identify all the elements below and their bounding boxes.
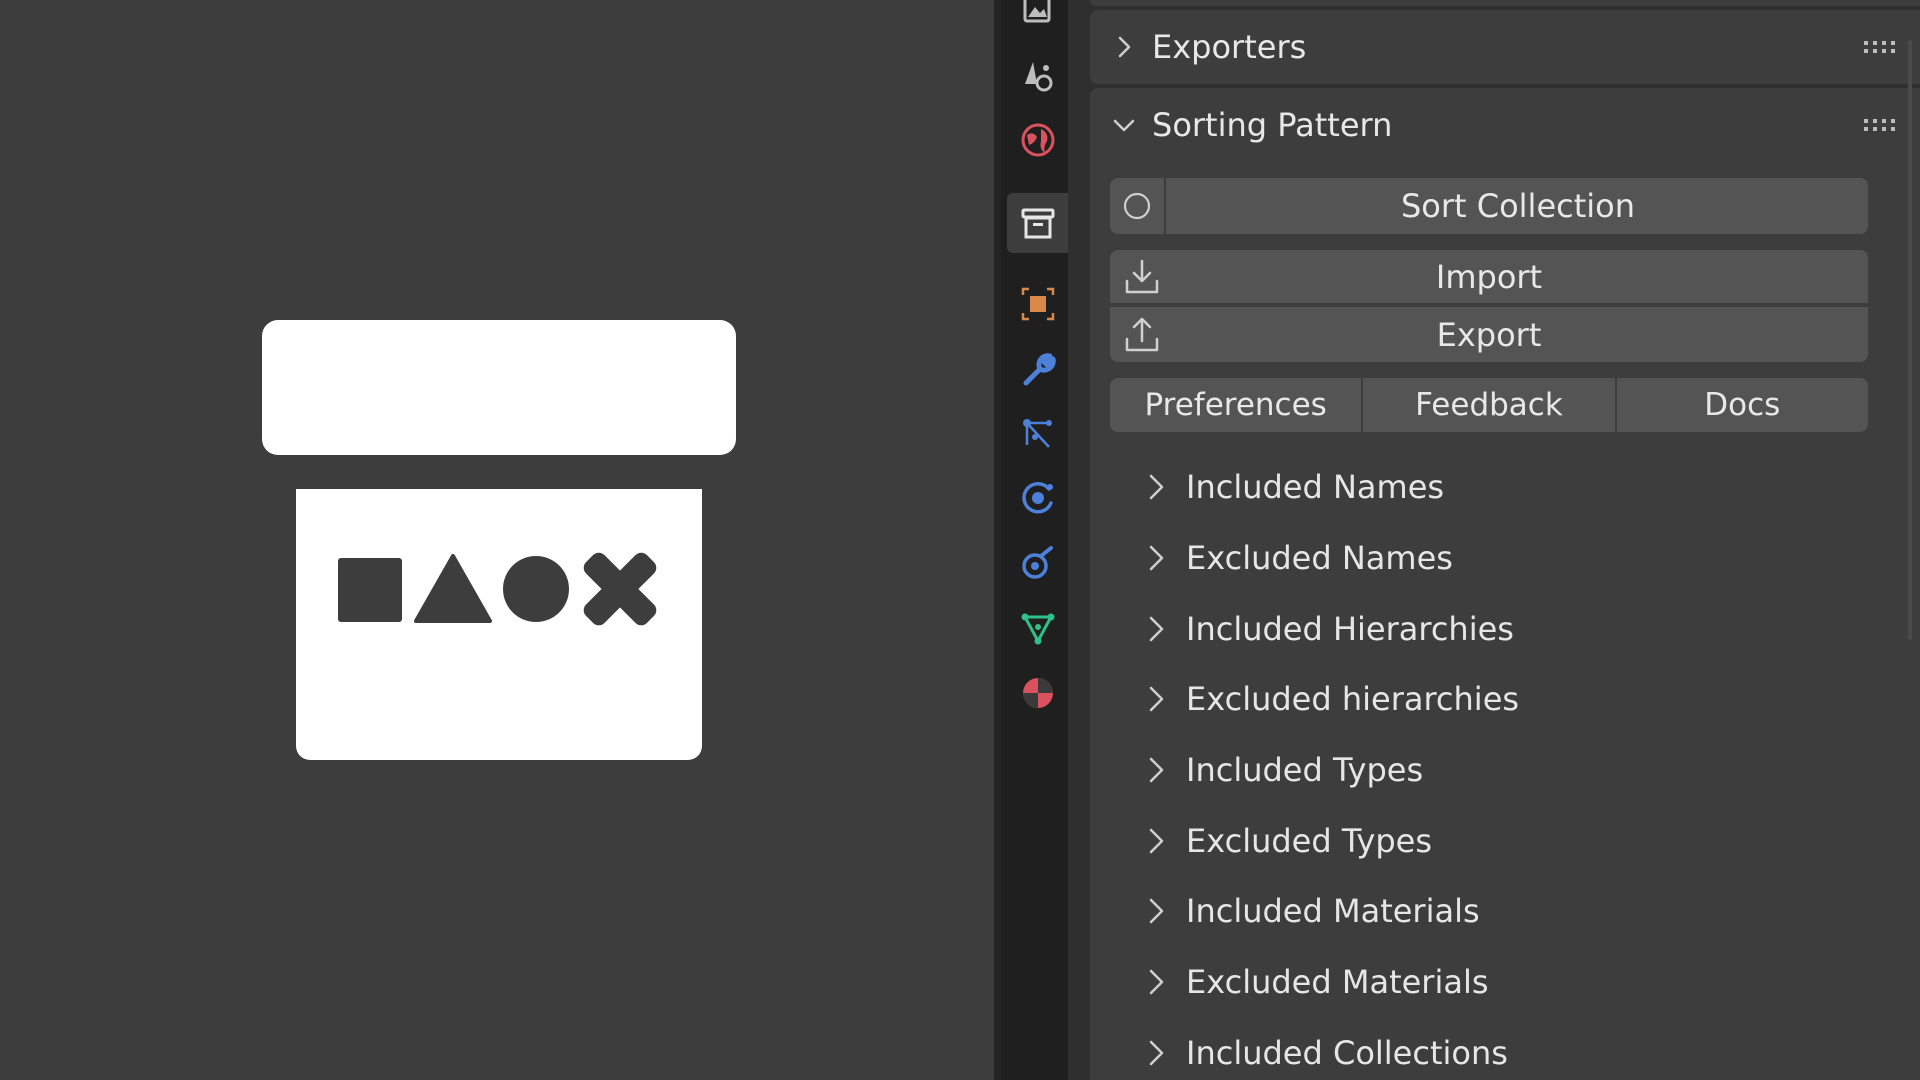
collection-tab[interactable] [1007, 193, 1068, 253]
object-icon [1021, 287, 1054, 321]
cross-icon [583, 552, 657, 626]
chevron-right-icon [1118, 36, 1131, 58]
sorting-pattern-panel: Sorting Pattern Sort Collection Import E… [1090, 88, 1920, 1080]
circle-icon [503, 556, 569, 622]
sorting-pattern-header[interactable]: Sorting Pattern [1090, 88, 1920, 162]
subpanel-label: Included Collections [1186, 1034, 1508, 1072]
links-group: Preferences Feedback Docs [1110, 378, 1868, 432]
square-icon [338, 558, 402, 622]
subpanel-label: Included Materials [1186, 892, 1480, 930]
chevron-down-icon [1113, 119, 1135, 132]
exporters-title: Exporters [1152, 28, 1307, 66]
feedback-button[interactable]: Feedback [1361, 378, 1615, 432]
import-label: Import [1435, 257, 1543, 296]
subpanel-excluded-types[interactable]: Excluded Types [1146, 811, 1846, 871]
subpanel-included-collections[interactable]: Included Collections [1146, 1023, 1846, 1080]
scene-icon [1024, 62, 1052, 92]
mesh-data-icon [1021, 613, 1054, 645]
image-icon [1023, 0, 1050, 23]
particles-tab[interactable] [1007, 404, 1068, 464]
preferences-button[interactable]: Preferences [1110, 378, 1362, 432]
export-label: Export [1436, 315, 1542, 354]
image-viewport [0, 0, 994, 1080]
drag-grip-icon[interactable] [1862, 38, 1898, 56]
chevron-right-icon [1149, 1040, 1164, 1066]
subpanel-label: Included Types [1186, 751, 1424, 789]
subpanel-included-hierarchies[interactable]: Included Hierarchies [1146, 599, 1846, 659]
data-tab[interactable] [1007, 598, 1068, 658]
subpanel-excluded-names[interactable]: Excluded Names [1146, 528, 1846, 588]
subpanel-label: Included Names [1186, 468, 1445, 506]
subpanel-included-names[interactable]: Included Names [1146, 457, 1846, 517]
sort-collection-row: Sort Collection [1110, 178, 1868, 234]
scene-tab[interactable] [1007, 45, 1068, 105]
particles-icon [1022, 419, 1052, 448]
material-icon [1022, 678, 1053, 708]
chevron-right-icon [1149, 898, 1164, 924]
export-button[interactable]: Export [1110, 307, 1868, 362]
triangle-icon [414, 554, 492, 623]
subpanel-label: Included Hierarchies [1186, 610, 1514, 648]
chevron-right-icon [1149, 757, 1164, 783]
chevron-right-icon [1149, 545, 1164, 571]
chevron-right-icon [1149, 828, 1164, 854]
material-tab[interactable] [1007, 663, 1068, 723]
wrench-icon [1023, 353, 1056, 386]
exporters-panel: Exporters [1090, 10, 1920, 84]
chevron-right-icon [1149, 686, 1164, 712]
chevron-right-icon [1149, 969, 1164, 995]
subpanel-label: Excluded hierarchies [1186, 680, 1520, 718]
logo-box-lid [262, 320, 736, 455]
previous-panel-edge [1090, 0, 1920, 6]
download-icon [1125, 259, 1159, 293]
properties-tab-bar [1001, 0, 1068, 1080]
import-export-group: Import Export [1110, 250, 1868, 362]
area-divider[interactable] [994, 0, 1001, 1080]
subpanel-included-types[interactable]: Included Types [1146, 740, 1846, 800]
properties-panel: Exporters Sorting Pattern Sort Collectio… [1068, 0, 1920, 1080]
exporters-header[interactable]: Exporters [1090, 10, 1920, 84]
subpanel-included-materials[interactable]: Included Materials [1146, 881, 1846, 941]
sorting-pattern-title: Sorting Pattern [1152, 106, 1393, 144]
chevron-right-icon [1149, 616, 1164, 642]
world-icon [1021, 123, 1054, 157]
logo-shapes [338, 552, 657, 626]
object-tab[interactable] [1007, 274, 1068, 334]
radio-circle-icon [1123, 192, 1151, 220]
modifier-tab[interactable] [1007, 339, 1068, 399]
world-tab[interactable] [1007, 110, 1068, 170]
subpanel-label: Excluded Names [1186, 539, 1453, 577]
chevron-right-icon [1149, 474, 1164, 500]
subpanel-excluded-hierarchies[interactable]: Excluded hierarchies [1146, 669, 1846, 729]
subpanel-label: Excluded Materials [1186, 963, 1489, 1001]
panel-scrollbar[interactable] [1908, 40, 1912, 640]
drag-grip-icon[interactable] [1862, 116, 1898, 134]
collection-box-icon [1021, 208, 1054, 239]
logo-box-body [296, 489, 702, 760]
physics-icon [1021, 481, 1053, 514]
constraint-icon [1021, 546, 1053, 579]
physics-tab[interactable] [1007, 468, 1068, 528]
subpanel-excluded-materials[interactable]: Excluded Materials [1146, 952, 1846, 1012]
sort-toggle[interactable] [1110, 178, 1166, 234]
subpanel-label: Excluded Types [1186, 822, 1433, 860]
docs-button[interactable]: Docs [1614, 378, 1868, 432]
upload-icon [1125, 317, 1159, 351]
render-tab[interactable] [1007, 0, 1068, 44]
constraints-tab[interactable] [1007, 533, 1068, 593]
import-button[interactable]: Import [1110, 250, 1868, 305]
sort-collection-button[interactable]: Sort Collection [1168, 178, 1868, 234]
